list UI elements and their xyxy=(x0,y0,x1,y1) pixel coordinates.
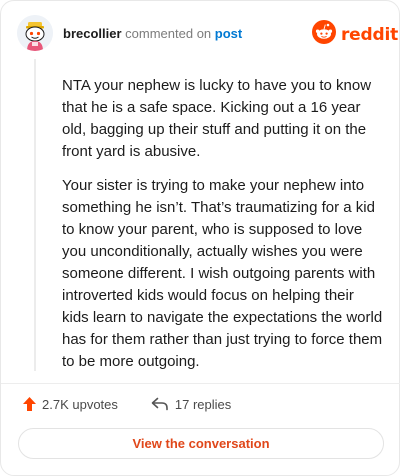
embedded-comment-card: brecollier commented on post reddit NTA … xyxy=(0,0,400,476)
post-link[interactable]: post xyxy=(215,26,242,41)
user-avatar-icon[interactable] xyxy=(17,15,53,51)
action-text: commented on xyxy=(125,26,212,41)
view-conversation-button[interactable]: View the conversation xyxy=(18,428,384,459)
reply-arrow-icon xyxy=(151,397,169,411)
comment-paragraph: NTA your nephew is lucky to have you to … xyxy=(62,77,372,160)
comment-paragraph: Your sister is trying to make your nephe… xyxy=(62,177,383,370)
comment-body: NTA your nephew is lucky to have you to … xyxy=(62,75,384,385)
upvotes-stat[interactable]: 2.7K upvotes xyxy=(17,396,118,412)
comment-stats: 2.7K upvotes 17 replies xyxy=(17,394,231,414)
username-link[interactable]: brecollier xyxy=(63,26,122,41)
reddit-logo[interactable]: reddit xyxy=(312,20,398,49)
reddit-wordmark: reddit xyxy=(341,24,399,45)
comment-header: brecollier commented on post xyxy=(63,26,242,42)
thread-line xyxy=(34,59,36,371)
upvotes-count: 2.7K upvotes xyxy=(42,396,118,412)
reddit-snoo-icon xyxy=(312,20,336,49)
divider xyxy=(1,383,400,384)
replies-count: 17 replies xyxy=(174,396,232,412)
replies-stat[interactable]: 17 replies xyxy=(145,397,231,412)
upvote-arrow-icon xyxy=(22,396,37,412)
